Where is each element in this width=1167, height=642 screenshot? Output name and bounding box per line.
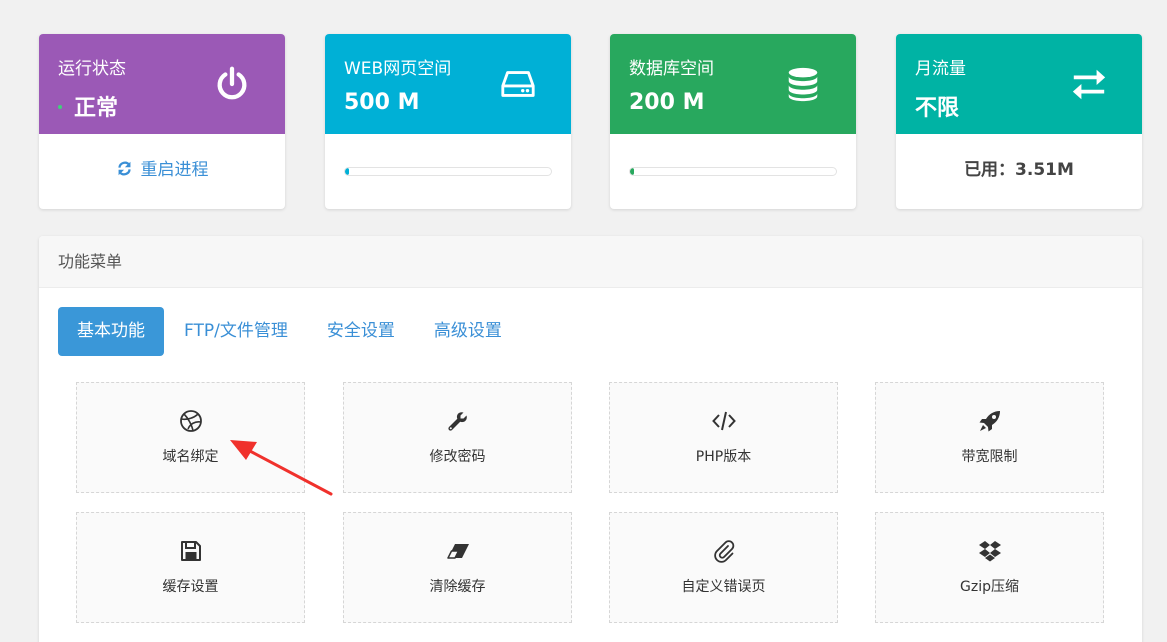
power-icon [217, 66, 247, 100]
database-space-progress-bar [629, 167, 837, 176]
card-value: 500 M [344, 90, 420, 115]
card-value: 正常 [58, 90, 118, 122]
restart-process-label: 重启进程 [140, 160, 209, 180]
status-card-body: 已用：3.51M [896, 134, 1142, 209]
menu-item-gzip-compression[interactable]: Gzip压缩 [875, 512, 1104, 623]
menu-item-label: 清除缓存 [429, 579, 486, 595]
status-card-database-space: 数据库空间 200 M [610, 34, 856, 209]
card-value: 200 M [629, 90, 705, 115]
paperclip-icon [713, 540, 734, 563]
running-status-value: 正常 [74, 96, 119, 121]
wrench-icon [447, 412, 467, 431]
card-value: 不限 [915, 96, 960, 121]
menu-item-clear-cache[interactable]: 清除缓存 [343, 512, 572, 623]
status-card-header: 数据库空间 200 M [610, 34, 856, 134]
card-title: 月流量 [915, 59, 966, 79]
status-card-body [325, 134, 571, 209]
eraser-icon [446, 544, 469, 559]
traffic-used-text: 已用：3.51M [964, 160, 1074, 180]
card-title: 运行状态 [58, 59, 126, 79]
menu-item-php-version[interactable]: PHP版本 [609, 382, 838, 493]
dribbble-icon [179, 410, 202, 432]
exchange-icon [1072, 69, 1106, 100]
menu-item-cache-settings[interactable]: 缓存设置 [76, 512, 305, 623]
status-card-web-space: WEB网页空间 500 M [325, 34, 571, 209]
tab-basic-functions[interactable]: 基本功能 [58, 307, 164, 356]
refresh-icon [117, 161, 131, 176]
card-title: WEB网页空间 [344, 59, 452, 79]
menu-item-label: Gzip压缩 [960, 579, 1019, 595]
card-title: 数据库空间 [629, 59, 714, 79]
floppy-disk-icon [180, 541, 201, 561]
menu-item-label: 缓存设置 [162, 579, 219, 595]
menu-item-label: 带宽限制 [961, 449, 1018, 465]
status-dot-icon [58, 105, 62, 109]
status-card-monthly-traffic: 月流量 不限 已用：3.51M [896, 34, 1142, 209]
rocket-icon [979, 411, 1000, 432]
menu-item-label: 修改密码 [429, 449, 486, 465]
menu-tabs: 基本功能 FTP/文件管理 安全设置 高级设置 [58, 307, 522, 356]
tab-ftp-file-management[interactable]: FTP/文件管理 [165, 307, 307, 356]
annotation-arrow-icon [230, 440, 333, 496]
tab-security-settings[interactable]: 安全设置 [308, 307, 414, 356]
menu-item-custom-error-page[interactable]: 自定义错误页 [609, 512, 838, 623]
status-card-header: 月流量 不限 [896, 34, 1142, 134]
dropbox-icon [978, 541, 1001, 562]
code-icon [711, 411, 736, 431]
menu-item-label: 自定义错误页 [681, 579, 766, 595]
status-card-body [610, 134, 856, 209]
status-card-running: 运行状态 正常 重启进程 [39, 34, 285, 209]
hard-drive-icon [501, 71, 535, 97]
panel-title: 功能菜单 [39, 236, 1142, 288]
status-card-header: 运行状态 正常 [39, 34, 285, 134]
menu-item-change-password[interactable]: 修改密码 [343, 382, 572, 493]
status-card-body: 重启进程 [39, 134, 285, 209]
progress-fill [630, 168, 634, 175]
status-card-header: WEB网页空间 500 M [325, 34, 571, 134]
menu-item-bandwidth-limit[interactable]: 带宽限制 [875, 382, 1104, 493]
tab-advanced-settings[interactable]: 高级设置 [415, 307, 521, 356]
web-space-progress-bar [344, 167, 552, 176]
restart-process-link[interactable]: 重启进程 [39, 155, 285, 180]
database-icon [788, 67, 818, 102]
progress-fill [345, 168, 350, 175]
menu-item-label: PHP版本 [695, 449, 752, 465]
